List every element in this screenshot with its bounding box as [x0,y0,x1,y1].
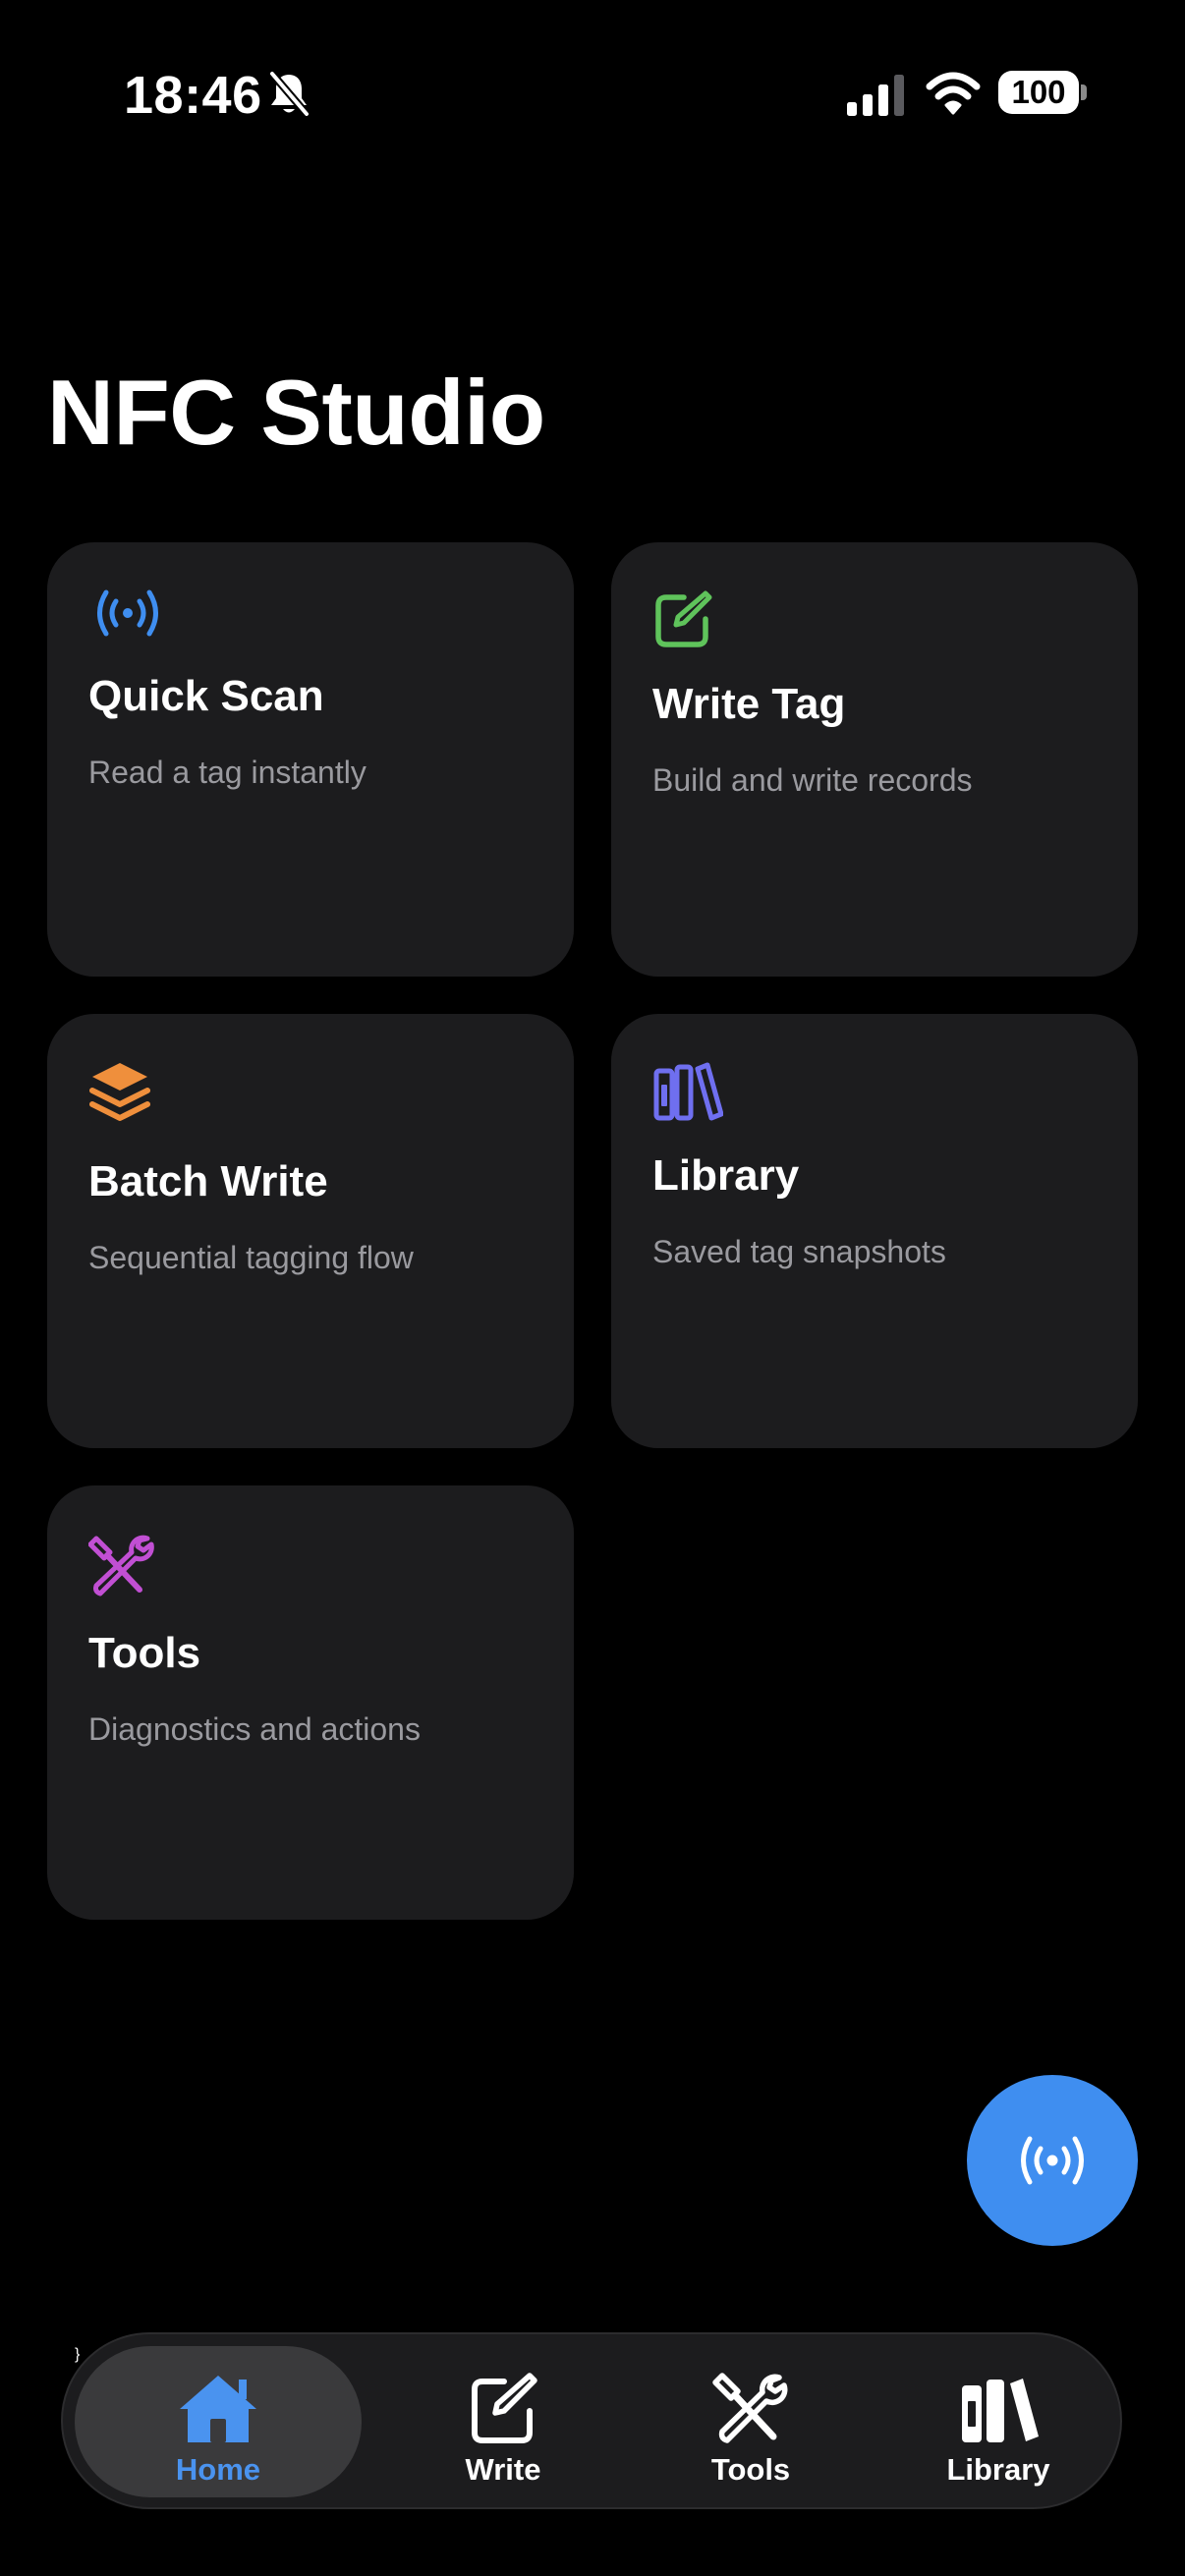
edit-square-icon [655,590,712,647]
house-icon [180,2376,256,2442]
card-title: Batch Write [88,1157,328,1205]
tab-label: Library [946,2452,1050,2487]
nfc-waves-icon [97,589,158,637]
card-title: Tools [88,1629,201,1677]
library-card[interactable]: Library Saved tag snapshots [611,1014,1138,1448]
batch-write-card[interactable]: Batch Write Sequential tagging flow [47,1014,574,1448]
tools-card[interactable]: Tools Diagnostics and actions [47,1485,574,1920]
tools-icon [712,2373,788,2443]
wifi-icon [926,72,981,115]
page-title: NFC Studio [47,361,545,464]
card-subtitle: Build and write records [652,762,973,798]
card-subtitle: Saved tag snapshots [652,1234,946,1269]
card-title: Quick Scan [88,672,324,720]
battery-icon: 100 [998,71,1079,114]
edit-square-icon [472,2373,537,2443]
nfc-waves-icon [1021,2136,1084,2185]
quick-scan-card[interactable]: Quick Scan Read a tag instantly [47,542,574,977]
card-title: Library [652,1151,800,1200]
card-subtitle: Sequential tagging flow [88,1240,414,1275]
card-subtitle: Read a tag instantly [88,755,367,790]
cellular-signal-icon [847,75,904,116]
tab-label: Home [175,2452,261,2487]
tab-library[interactable]: Library [882,2346,1114,2497]
card-subtitle: Diagnostics and actions [88,1711,421,1747]
tab-bar: Home } Write Tools Library [61,2332,1122,2509]
write-tag-card[interactable]: Write Tag Build and write records [611,542,1138,977]
tab-label: Write [465,2452,541,2487]
bell-off-icon [268,71,310,118]
tab-write[interactable]: Write [387,2346,619,2497]
tab-label: Tools [710,2452,791,2487]
layers-icon [89,1063,150,1121]
tab-tools[interactable]: Tools [635,2346,867,2497]
tab-home[interactable]: Home } [75,2346,362,2497]
card-title: Write Tag [652,680,846,728]
status-bar: 18:46 100 [0,0,1185,196]
books-icon [653,1062,723,1121]
books-icon [962,2379,1039,2442]
status-time: 18:46 [124,66,262,125]
battery-nub [1081,84,1087,100]
scan-fab-button[interactable] [967,2075,1138,2246]
tools-icon [88,1535,154,1596]
